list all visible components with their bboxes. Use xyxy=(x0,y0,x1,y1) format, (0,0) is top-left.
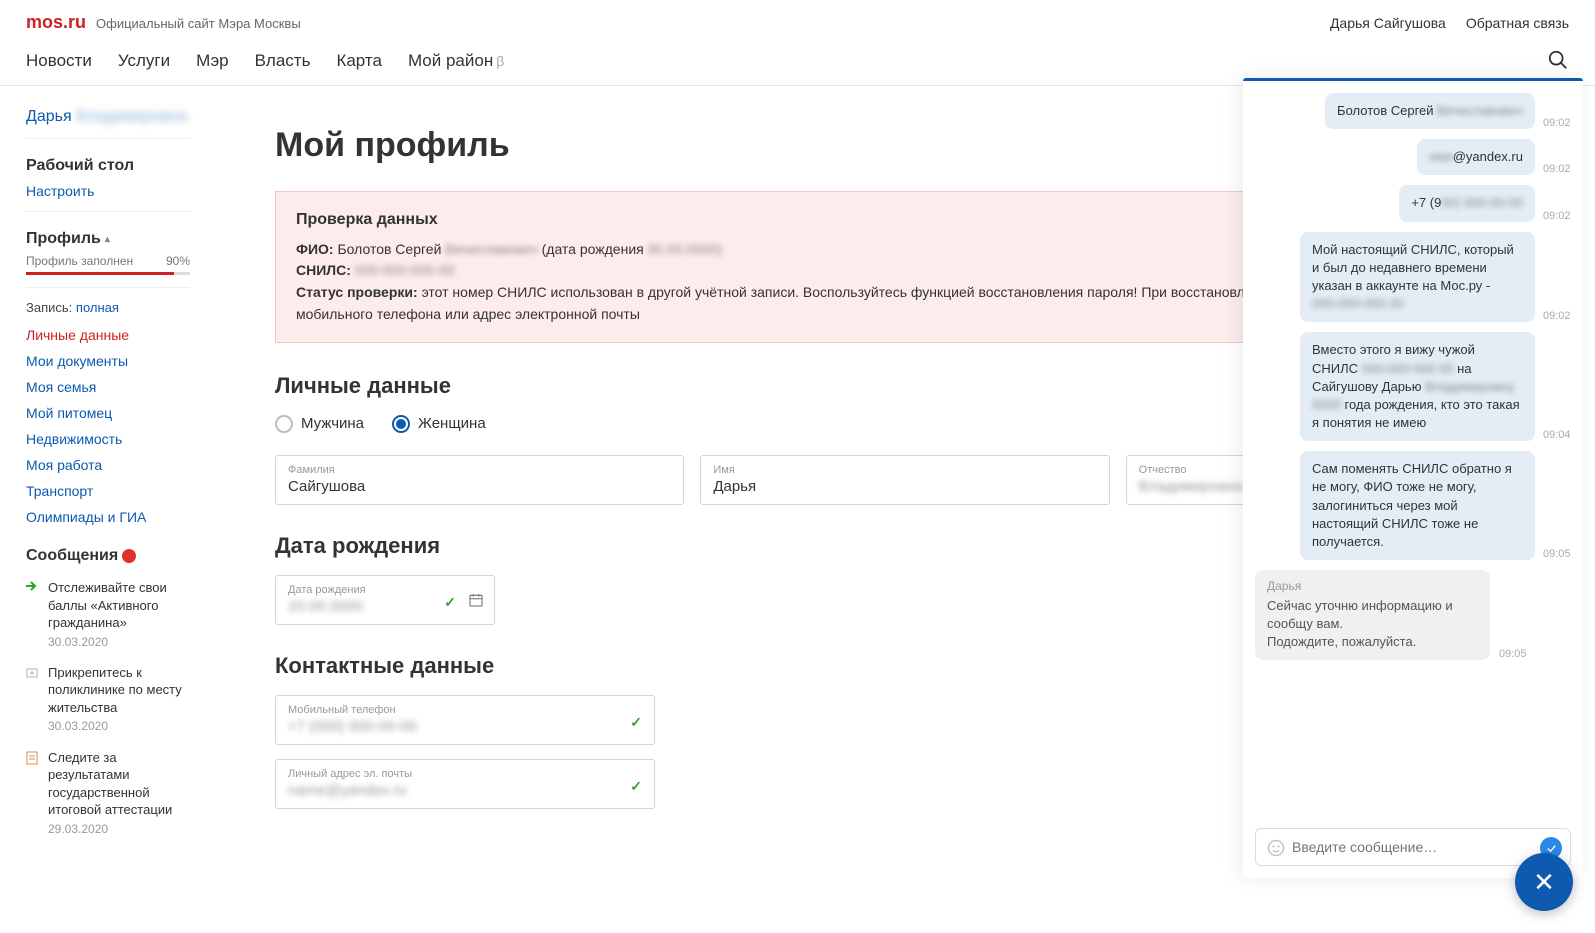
sidebar-item-transport[interactable]: Транспорт xyxy=(26,483,215,499)
sidebar-item-realty[interactable]: Недвижимость xyxy=(26,431,215,447)
record-label: Запись: xyxy=(26,300,72,315)
chat-message-out: Болотов Сергей Вячeславович 09:02 xyxy=(1255,93,1571,129)
sidebar-item-olympiads[interactable]: Олимпиады и ГИА xyxy=(26,509,215,525)
phone-field[interactable]: Мобильный телефон +7 (000) 000-00-00 ✓ xyxy=(275,695,655,745)
sidebar-item-work[interactable]: Моя работа xyxy=(26,457,215,473)
document-icon xyxy=(26,751,40,837)
name-field[interactable]: Имя Дарья xyxy=(700,455,1109,505)
sidebar-item-family[interactable]: Моя семья xyxy=(26,379,215,395)
surname-field[interactable]: Фамилия Сайгушова xyxy=(275,455,684,505)
sidebar-username[interactable]: Дарья Владимировна xyxy=(26,108,190,139)
chat-panel: Болотов Сергей Вячeславович 09:02 имя@ya… xyxy=(1243,78,1583,878)
sidebar-message[interactable]: Следите за результатами государственной … xyxy=(26,749,215,837)
sidebar-item-personal[interactable]: Личные данные xyxy=(26,327,215,343)
sidebar-desktop-heading: Рабочий стол xyxy=(26,157,215,175)
sidebar-message[interactable]: Прикрепитесь к поликлинике по месту жите… xyxy=(26,664,215,735)
check-icon: ✓ xyxy=(630,778,642,795)
emoji-icon[interactable] xyxy=(1266,838,1286,858)
chevron-up-icon: ▴ xyxy=(105,234,110,245)
header-feedback[interactable]: Обратная связь xyxy=(1466,15,1569,31)
site-logo[interactable]: mos.ru xyxy=(26,12,86,33)
chat-messages[interactable]: Болотов Сергей Вячeславович 09:02 имя@ya… xyxy=(1243,81,1583,824)
chat-message-out: имя@yandex.ru 09:02 xyxy=(1255,139,1571,175)
search-icon[interactable] xyxy=(1547,49,1569,71)
profile-progress-bar xyxy=(26,272,190,275)
gender-male-radio[interactable]: Мужчина xyxy=(275,415,364,433)
header-user[interactable]: Дарья Сайгушова xyxy=(1330,15,1446,31)
sidebar-configure[interactable]: Настроить xyxy=(26,183,215,199)
profile-fill-percent: 90% xyxy=(166,254,190,268)
sidebar-item-documents[interactable]: Мои документы xyxy=(26,353,215,369)
nav-government[interactable]: Власть xyxy=(255,51,311,71)
chat-message-out: Мой настоящий СНИЛС, который и был до не… xyxy=(1255,232,1571,323)
chat-message-out: Сам поменять СНИЛС обратно я не могу, ФИ… xyxy=(1255,451,1571,560)
nav-mayor[interactable]: Мэр xyxy=(196,51,228,71)
nav-map[interactable]: Карта xyxy=(336,51,382,71)
close-icon: ✕ xyxy=(1533,867,1555,898)
chat-input[interactable] xyxy=(1292,839,1532,855)
record-value[interactable]: полная xyxy=(76,300,119,315)
check-icon: ✓ xyxy=(444,594,456,611)
email-field[interactable]: Личный адрес эл. почты name@yandex.ru ✓ xyxy=(275,759,655,809)
chat-message-out: Вместо этого я вижу чужой СНИЛС 000-000-… xyxy=(1255,332,1571,441)
calendar-icon[interactable] xyxy=(468,592,484,608)
chat-close-fab[interactable]: ✕ xyxy=(1515,853,1573,911)
chat-message-out: +7 (900) 000-00-00 09:02 xyxy=(1255,185,1571,221)
dob-field[interactable]: Дата рождения 20.00.0000 ✓ xyxy=(275,575,495,625)
chat-message-in: ДарьяСейчас уточню информацию и сообщу в… xyxy=(1255,570,1571,659)
nav-news[interactable]: Новости xyxy=(26,51,92,71)
profile-fill-label: Профиль заполнен xyxy=(26,254,133,268)
sidebar-messages-heading[interactable]: Сообщения xyxy=(26,547,215,565)
gender-female-radio[interactable]: Женщина xyxy=(392,415,486,433)
nav-services[interactable]: Услуги xyxy=(118,51,170,71)
arrow-icon xyxy=(26,581,40,650)
nav-district[interactable]: Мой районβ xyxy=(408,51,504,71)
topbar: mos.ru Официальный сайт Мэра Москвы Дарь… xyxy=(0,0,1595,39)
notification-dot-icon xyxy=(122,549,136,563)
clinic-icon xyxy=(26,666,40,735)
sidebar: Дарья Владимировна Рабочий стол Настроит… xyxy=(0,86,215,849)
sidebar-profile-heading[interactable]: Профиль▴ xyxy=(26,230,215,248)
sidebar-message[interactable]: Отслеживайте свои баллы «Активного гражд… xyxy=(26,579,215,650)
site-tagline: Официальный сайт Мэра Москвы xyxy=(96,16,301,31)
check-icon: ✓ xyxy=(630,714,642,731)
sidebar-item-pet[interactable]: Мой питомец xyxy=(26,405,215,421)
